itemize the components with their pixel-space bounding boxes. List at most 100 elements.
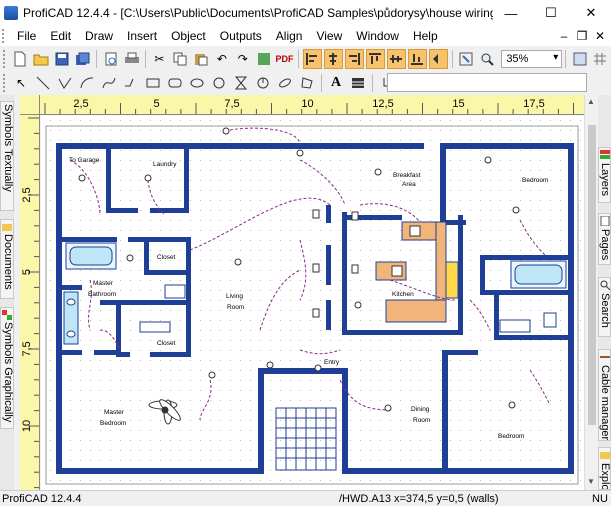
undo-icon[interactable]: ↶ [213,49,232,69]
pie-icon[interactable] [253,73,273,93]
redo-icon[interactable]: ↷ [233,49,252,69]
room-label: Bedroom [522,177,548,184]
horizontal-ruler: 2,5 5 7,5 10 12,5 15 17,5 [40,95,590,115]
tab-cable-manager[interactable]: Cable manager [598,349,611,441]
menu-help[interactable]: Help [406,29,445,43]
room-label: Master [93,280,114,287]
print-icon[interactable] [122,49,141,69]
rectangle-icon[interactable] [143,73,163,93]
room-label: Closet [157,340,176,347]
toolbar-grip[interactable] [3,74,7,92]
cut-icon[interactable]: ✂ [150,49,169,69]
drawing-canvas[interactable]: To Garage Laundry Breakfast Area Bedroom… [41,116,590,490]
align-center-icon[interactable] [323,49,343,69]
minimize-button[interactable]: — [491,0,531,26]
scroll-up-arrow-icon[interactable]: ▲ [587,97,595,106]
pill-icon[interactable] [275,73,295,93]
wire-icon[interactable] [121,73,141,93]
tab-layers[interactable]: Layers [598,147,611,203]
search-icon [600,280,610,290]
hourglass-icon[interactable] [231,73,251,93]
ruler-label: 10 [21,420,33,432]
close-button[interactable]: ✕ [571,0,611,26]
distribute-icon[interactable] [428,49,448,69]
menu-align[interactable]: Align [269,29,310,43]
save-icon[interactable] [53,49,72,69]
rounded-rect-icon[interactable] [165,73,185,93]
arc-icon[interactable] [77,73,97,93]
zoom-select[interactable]: 35% [501,50,563,68]
align-right-icon[interactable] [344,49,364,69]
ruler-label: 12,5 [372,98,393,110]
tab-symbols-graphically[interactable]: Symbols Graphically [0,307,14,429]
curve-icon[interactable] [99,73,119,93]
draw-toolbar: ↖ A ✛ [0,71,611,95]
symbol-editor-icon[interactable] [254,49,273,69]
app-icon[interactable] [4,6,18,20]
tab-documents[interactable]: Documents [0,219,14,299]
open-folder-icon[interactable] [32,49,51,69]
menu-draw[interactable]: Draw [78,29,120,43]
room-label: Area [402,181,416,188]
menu-file[interactable]: File [10,29,43,43]
grid-icon[interactable] [591,49,610,69]
circle-icon[interactable] [209,73,229,93]
pages-icon [600,216,610,226]
polyline-icon[interactable] [55,73,75,93]
scroll-thumb[interactable] [588,125,596,425]
folder-icon [2,224,12,231]
save-all-icon[interactable] [73,49,92,69]
room-label: Bathroom [88,291,116,298]
pdf-export-icon[interactable]: PDF [275,49,294,69]
floor-plan: To Garage Laundry Breakfast Area Bedroom… [41,116,590,490]
room-label: Bedroom [100,420,126,427]
symbol-combo[interactable] [387,73,587,92]
maximize-button[interactable]: ☐ [531,0,571,26]
right-dock: Layers Pages Search Cable manager Explo [598,95,611,490]
pointer-icon[interactable]: ↖ [11,73,31,93]
menu-insert[interactable]: Insert [120,29,164,43]
line-icon[interactable] [33,73,53,93]
paste-icon[interactable] [192,49,211,69]
zoom-extents-icon[interactable] [457,49,476,69]
doc-restore-button[interactable]: ❐ [573,26,591,46]
vertical-scrollbar[interactable]: ▲ ▼ [584,95,598,490]
menu-grip[interactable] [2,29,10,43]
text-tool-icon[interactable]: A [326,73,346,93]
menu-object[interactable]: Object [164,29,213,43]
scroll-down-arrow-icon[interactable]: ▼ [587,477,595,486]
menu-bar: File Edit Draw Insert Object Outputs Ali… [0,26,611,46]
new-file-icon[interactable] [11,49,30,69]
ruler-label: 10 [301,98,313,110]
room-label: Entry [324,359,340,366]
menu-window[interactable]: Window [349,29,406,43]
tab-pages[interactable]: Pages [598,213,611,265]
room-label: Living [226,293,243,300]
tab-explorer[interactable]: Explo [598,447,611,490]
symbols-icon [2,310,12,320]
align-left-icon[interactable] [302,49,322,69]
vertical-ruler: 2,5 5 7,5 10 [20,115,40,490]
netlist-icon[interactable] [570,49,589,69]
tab-symbols-textually[interactable]: Symbols Textually [0,101,14,211]
zoom-icon[interactable] [477,49,496,69]
print-preview-icon[interactable] [101,49,120,69]
toolbar-grip[interactable] [3,50,7,68]
room-label: Master [104,409,125,416]
menu-view[interactable]: View [309,29,349,43]
align-middle-icon[interactable] [386,49,406,69]
align-top-icon[interactable] [365,49,385,69]
menu-outputs[interactable]: Outputs [213,29,269,43]
ellipse-icon[interactable] [187,73,207,93]
doc-close-button[interactable]: ✕ [591,26,609,46]
ruler-label: 7,5 [21,341,33,356]
table-icon[interactable] [348,73,368,93]
tab-label: Symbols Textually [2,104,14,192]
align-bottom-icon[interactable] [407,49,427,69]
doc-minimize-button[interactable]: – [555,26,573,46]
tab-search[interactable]: Search [598,277,611,337]
polygon-icon[interactable] [297,73,317,93]
menu-edit[interactable]: Edit [43,29,78,43]
copy-icon[interactable] [171,49,190,69]
room-label: Dining [411,406,430,413]
